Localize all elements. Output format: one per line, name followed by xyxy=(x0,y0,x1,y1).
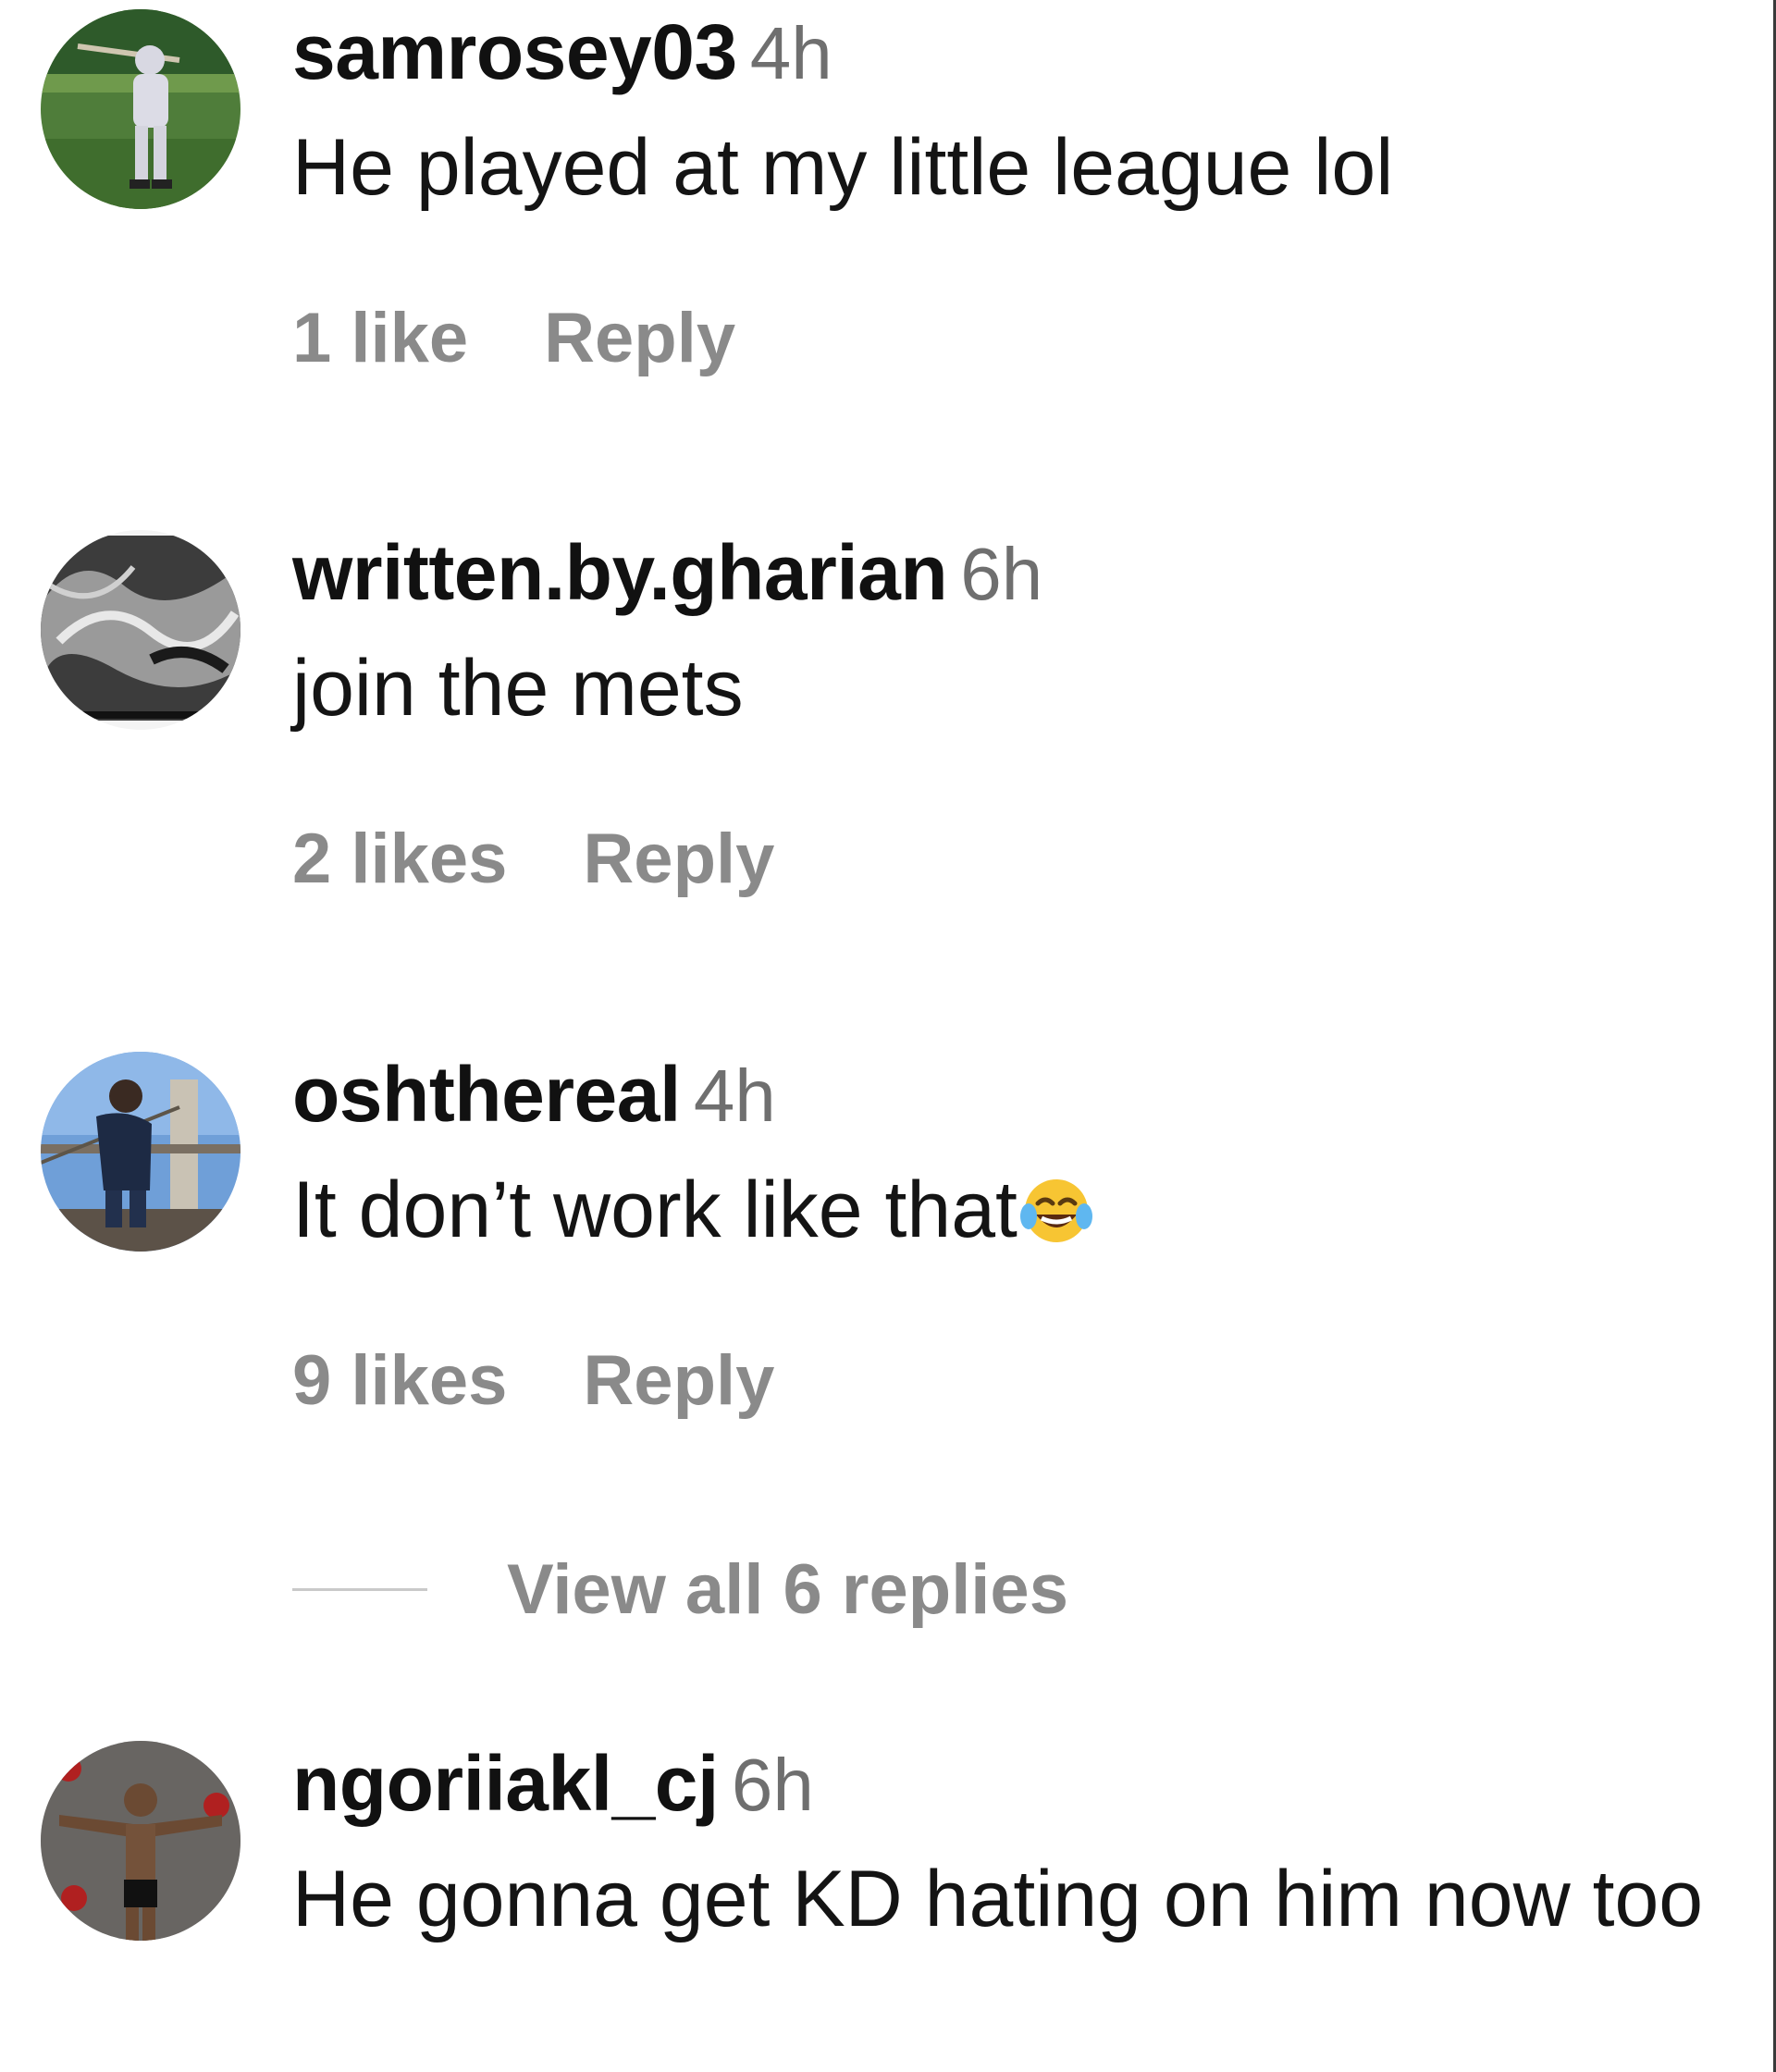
bridge-photo-avatar-icon xyxy=(41,1052,240,1252)
fighter-photo-avatar-icon xyxy=(41,1741,240,1941)
comment-actions: 9 likes Reply xyxy=(292,1340,774,1421)
username[interactable]: ngoriiakl_cj xyxy=(292,1740,719,1827)
reply-button[interactable]: Reply xyxy=(583,1341,774,1420)
timestamp: 4h xyxy=(693,1054,776,1137)
comment-actions: 2 likes Reply xyxy=(292,819,774,899)
comment-item: written.by.gharian 6h join the mets 2 lik… xyxy=(0,530,1767,919)
username[interactable]: samrosey03 xyxy=(292,8,737,95)
comment-item: samrosey03 4h He played at my little leag… xyxy=(0,9,1767,398)
username[interactable]: written.by.gharian xyxy=(292,529,948,616)
comment-item: ngoriiakl_cj 6h He gonna get KD hating on… xyxy=(0,1741,1767,2072)
avatar[interactable] xyxy=(41,1741,240,1941)
comment-item: oshthereal 4h It don’t work like that 9 l… xyxy=(0,1052,1767,1440)
comment-text-content: It don’t work like that xyxy=(292,1166,1018,1254)
face-with-tears-of-joy-icon xyxy=(1018,1170,1095,1248)
comment-text: He played at my little league lol xyxy=(292,123,1394,212)
timestamp: 4h xyxy=(749,12,832,94)
view-replies-button[interactable]: View all 6 replies xyxy=(507,1549,1068,1630)
comment-text: It don’t work like that xyxy=(292,1153,1748,1266)
grayscale-abstract-avatar-icon xyxy=(41,530,240,730)
comment-text: join the mets xyxy=(292,644,744,733)
reply-button[interactable]: Reply xyxy=(583,820,774,898)
avatar[interactable] xyxy=(41,9,240,209)
like-count[interactable]: 2 likes xyxy=(292,820,507,898)
comment-header: oshthereal 4h xyxy=(292,1052,1748,1137)
avatar[interactable] xyxy=(41,1052,240,1252)
timestamp: 6h xyxy=(960,533,1043,615)
baseball-player-avatar-icon xyxy=(41,9,240,209)
comment-header: written.by.gharian 6h xyxy=(292,530,1748,615)
comment-header: samrosey03 4h xyxy=(292,9,1748,94)
view-replies-toggle[interactable]: View all 6 replies xyxy=(292,1543,1068,1635)
comment-actions: 1 like Reply xyxy=(292,298,735,378)
reply-button[interactable]: Reply xyxy=(544,299,735,377)
replies-divider-line xyxy=(292,1587,427,1591)
comment-text: He gonna get KD hating on him now too xyxy=(292,1855,1704,1943)
comment-header: ngoriiakl_cj 6h xyxy=(292,1741,1748,1826)
timestamp: 6h xyxy=(731,1744,814,1826)
username[interactable]: oshthereal xyxy=(292,1051,681,1138)
like-count[interactable]: 9 likes xyxy=(292,1341,507,1420)
like-count[interactable]: 1 like xyxy=(292,299,468,377)
avatar[interactable] xyxy=(41,530,240,730)
